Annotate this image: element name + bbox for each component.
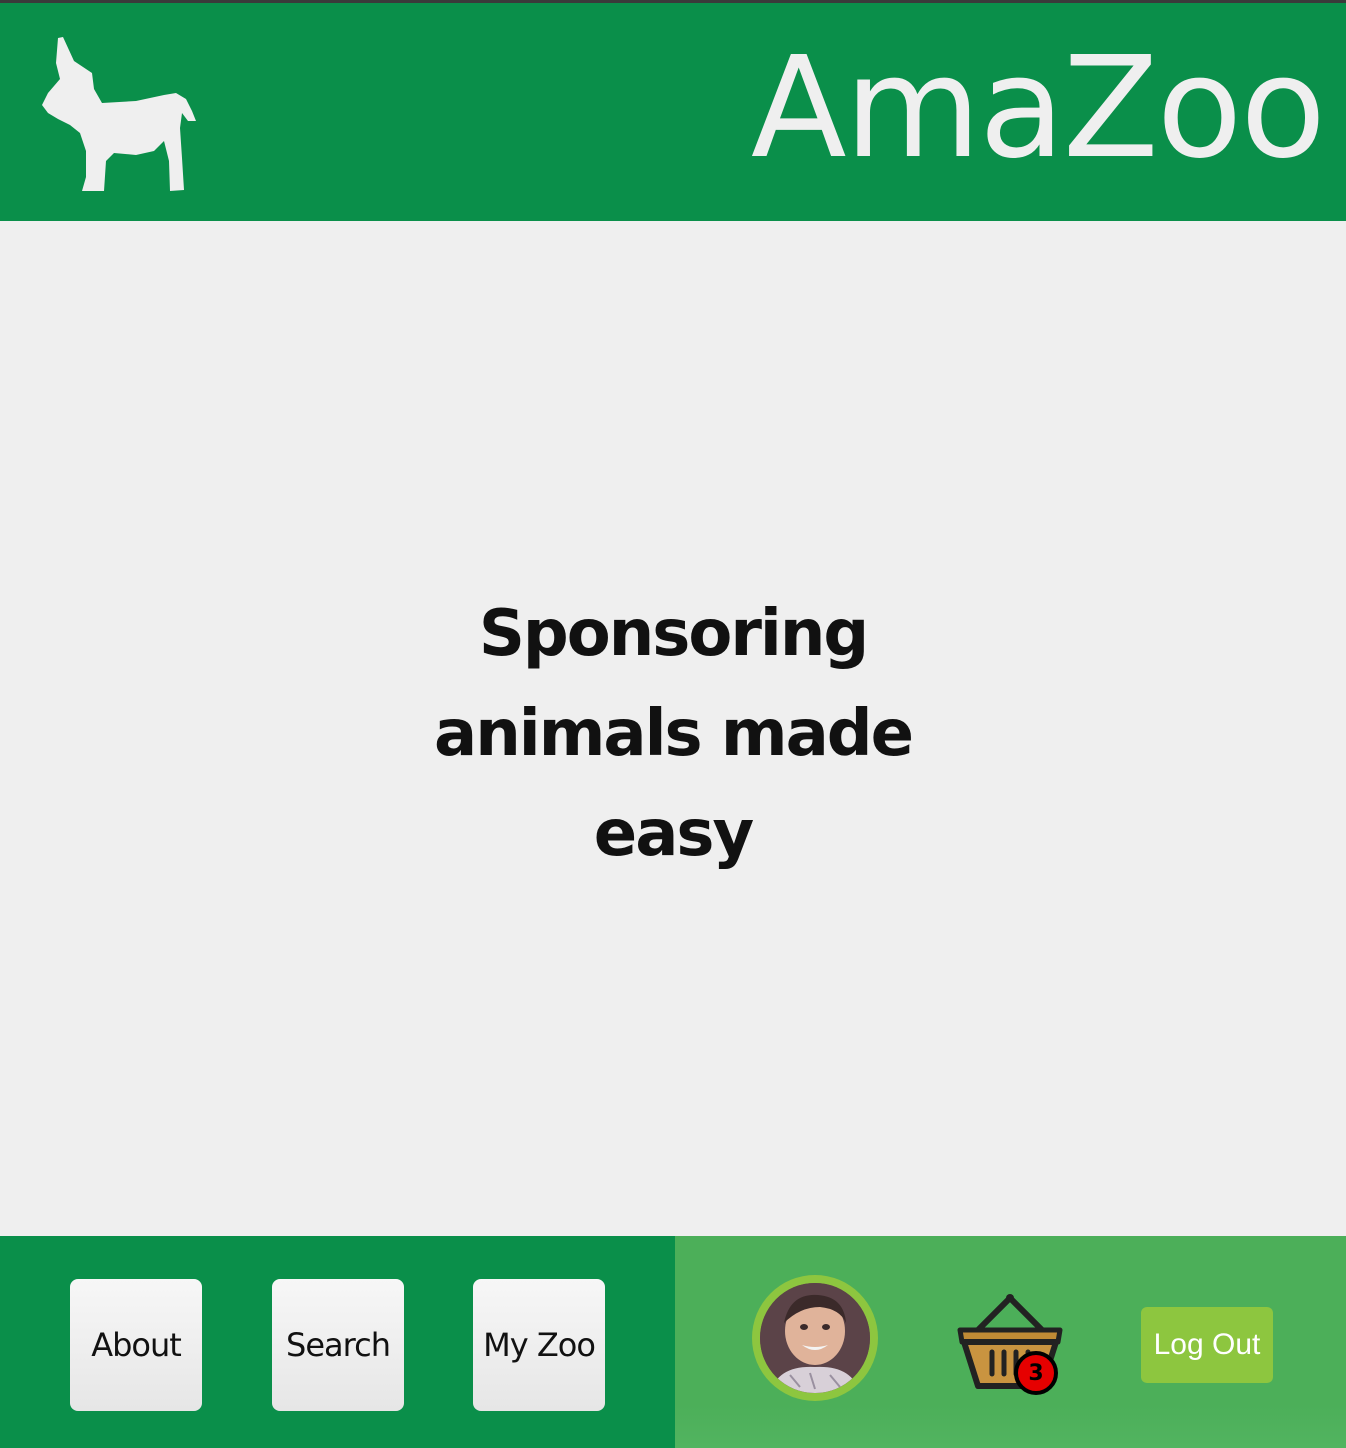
basket-count-badge: 3 bbox=[1014, 1351, 1058, 1395]
user-avatar[interactable] bbox=[752, 1275, 878, 1401]
main-navigation: About Search My Zoo bbox=[0, 1236, 675, 1448]
tagline-line: animals made bbox=[434, 696, 914, 771]
hero-section: Sponsoring animals made easy bbox=[0, 221, 1346, 1236]
my-zoo-button[interactable]: My Zoo bbox=[473, 1279, 605, 1411]
tagline-line: Sponsoring bbox=[478, 596, 869, 671]
brand-title: AmaZoo bbox=[750, 27, 1326, 190]
avatar-portrait-icon bbox=[760, 1283, 870, 1393]
user-panel: 3 Log Out bbox=[675, 1236, 1346, 1448]
hero-tagline: Sponsoring animals made easy bbox=[393, 584, 953, 884]
about-button[interactable]: About bbox=[70, 1279, 202, 1411]
log-out-button[interactable]: Log Out bbox=[1141, 1307, 1273, 1383]
tagline-line: easy bbox=[593, 796, 754, 871]
donkey-icon[interactable] bbox=[36, 33, 201, 198]
search-button[interactable]: Search bbox=[272, 1279, 404, 1411]
site-header: AmaZoo bbox=[0, 3, 1346, 221]
avatar-photo bbox=[760, 1283, 870, 1393]
